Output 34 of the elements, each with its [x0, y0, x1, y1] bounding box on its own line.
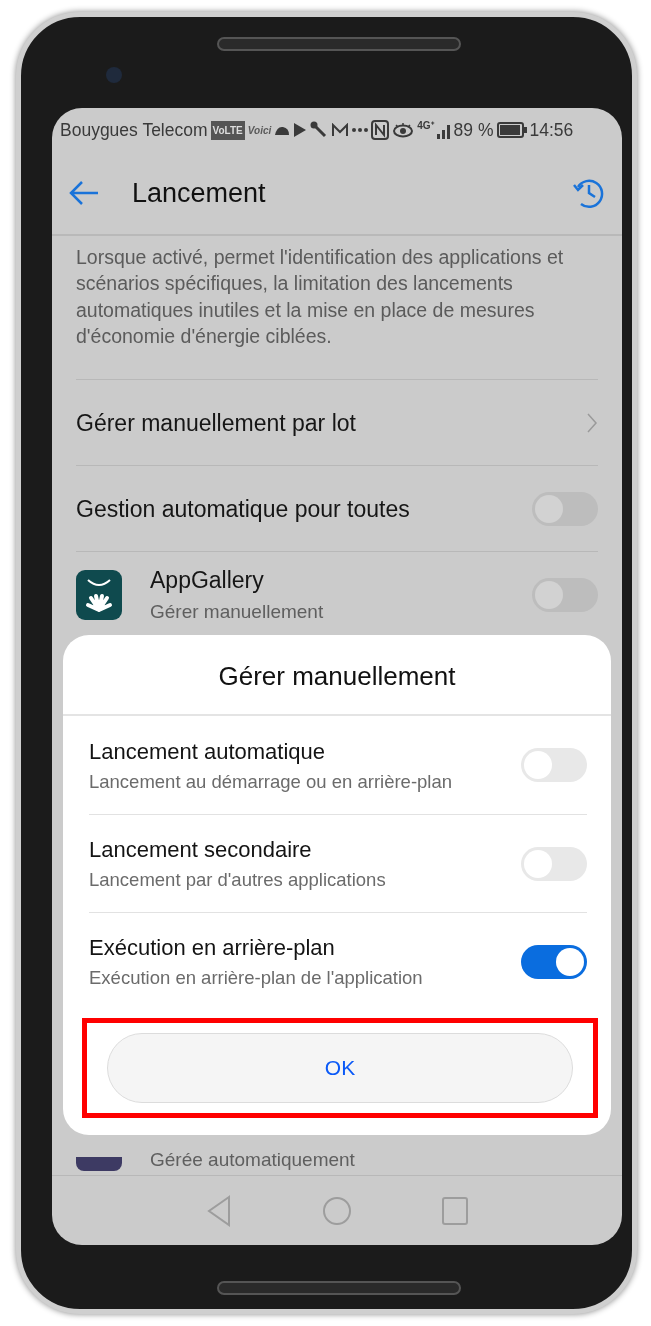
back-arrow-icon[interactable] [68, 180, 100, 206]
carrier-name: Bouygues Telecom [60, 118, 208, 142]
recents-nav-icon[interactable] [442, 1196, 468, 1225]
network-type: 4G⁺ [417, 119, 434, 133]
voice-indicator: Voici [247, 123, 272, 138]
toggle-switch[interactable] [521, 944, 587, 979]
camera-dot [106, 67, 122, 83]
eye-icon [392, 122, 415, 138]
option-label: Lancement secondaire [89, 836, 313, 865]
option-label: Exécution en arrière-plan [89, 934, 336, 963]
volte-indicator: VoLTE [210, 120, 245, 140]
option-label: Lancement automatique [89, 737, 327, 766]
nfc-icon [371, 120, 390, 140]
more-icon [352, 127, 369, 133]
setting-subtitle: Gérée automatiquement [150, 1150, 355, 1171]
option-subtitle: Exécution en arrière-plan de l'application [89, 966, 424, 991]
mail-icon [331, 123, 350, 137]
dialog-title: Gérer manuellement [63, 635, 611, 716]
chevron-right-icon [586, 411, 598, 434]
play-store-icon [293, 122, 308, 138]
description-text: Lorsque activé, permet l'identification des applications et scénarios spécifiques, la limitation des lancements automatiques inutiles et la mise en place de mesures d'économie d'énergie ciblées. [75, 245, 565, 349]
battery-icon [496, 122, 527, 138]
option-subtitle: Lancement au démarrage ou en arrière-plan [89, 769, 454, 794]
setting-label: AppGallery [150, 566, 265, 596]
setting-label: Gestion automatique pour toutes [76, 494, 411, 524]
setting-subtitle: Gérer manuellement [150, 599, 325, 624]
settings-row[interactable]: Gérer manuellement par lot [76, 379, 598, 466]
clock-time: 14:56 [529, 118, 574, 142]
ok-button[interactable]: OK [107, 1033, 573, 1103]
home-nav-icon[interactable] [322, 1195, 352, 1226]
page-title: Lancement [132, 176, 267, 210]
battery-percent: 89 % [453, 118, 494, 142]
back-nav-icon[interactable] [206, 1194, 232, 1227]
option-subtitle: Lancement par d'autres applications [89, 868, 387, 893]
